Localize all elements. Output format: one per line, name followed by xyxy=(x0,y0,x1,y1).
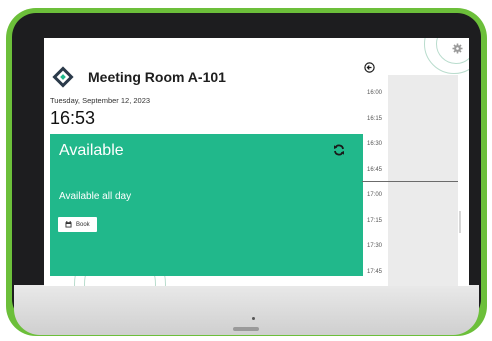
time-slot-label: 17:00 xyxy=(367,192,383,198)
current-date: Tuesday, September 12, 2023 xyxy=(50,96,151,105)
time-slot-label: 17:30 xyxy=(367,243,383,249)
refresh-icon[interactable] xyxy=(333,144,345,156)
current-time-indicator xyxy=(362,181,458,182)
camera-dot xyxy=(252,317,255,320)
book-button[interactable]: Book xyxy=(58,217,97,232)
time-slot-label: 16:00 xyxy=(367,90,383,96)
book-button-label: Book xyxy=(76,221,90,228)
diamond-logo-icon xyxy=(52,66,74,88)
time-slot-label: 17:15 xyxy=(367,217,383,224)
time-slot-label: 16:30 xyxy=(367,141,383,147)
time-slot-label: 17:45 xyxy=(367,268,383,275)
availability-panel: Available Available all day Book xyxy=(50,134,363,276)
gear-icon[interactable] xyxy=(452,43,463,54)
timeline-scrollbar[interactable] xyxy=(459,211,461,233)
status-subtitle: Available all day xyxy=(59,191,132,202)
home-indicator[interactable] xyxy=(233,327,259,331)
time-slot-label: 16:15 xyxy=(367,115,383,122)
room-display-screen: Meeting Room A-101 Tuesday, September 12… xyxy=(44,38,469,286)
status-title: Available xyxy=(59,142,124,159)
current-time: 16:53 xyxy=(50,108,96,128)
time-slot-label: 16:45 xyxy=(367,166,383,173)
room-header: Meeting Room A-101 xyxy=(52,66,226,88)
back-arrow-icon[interactable] xyxy=(364,62,375,73)
calendar-icon xyxy=(65,221,72,228)
room-name: Meeting Room A-101 xyxy=(88,69,226,85)
